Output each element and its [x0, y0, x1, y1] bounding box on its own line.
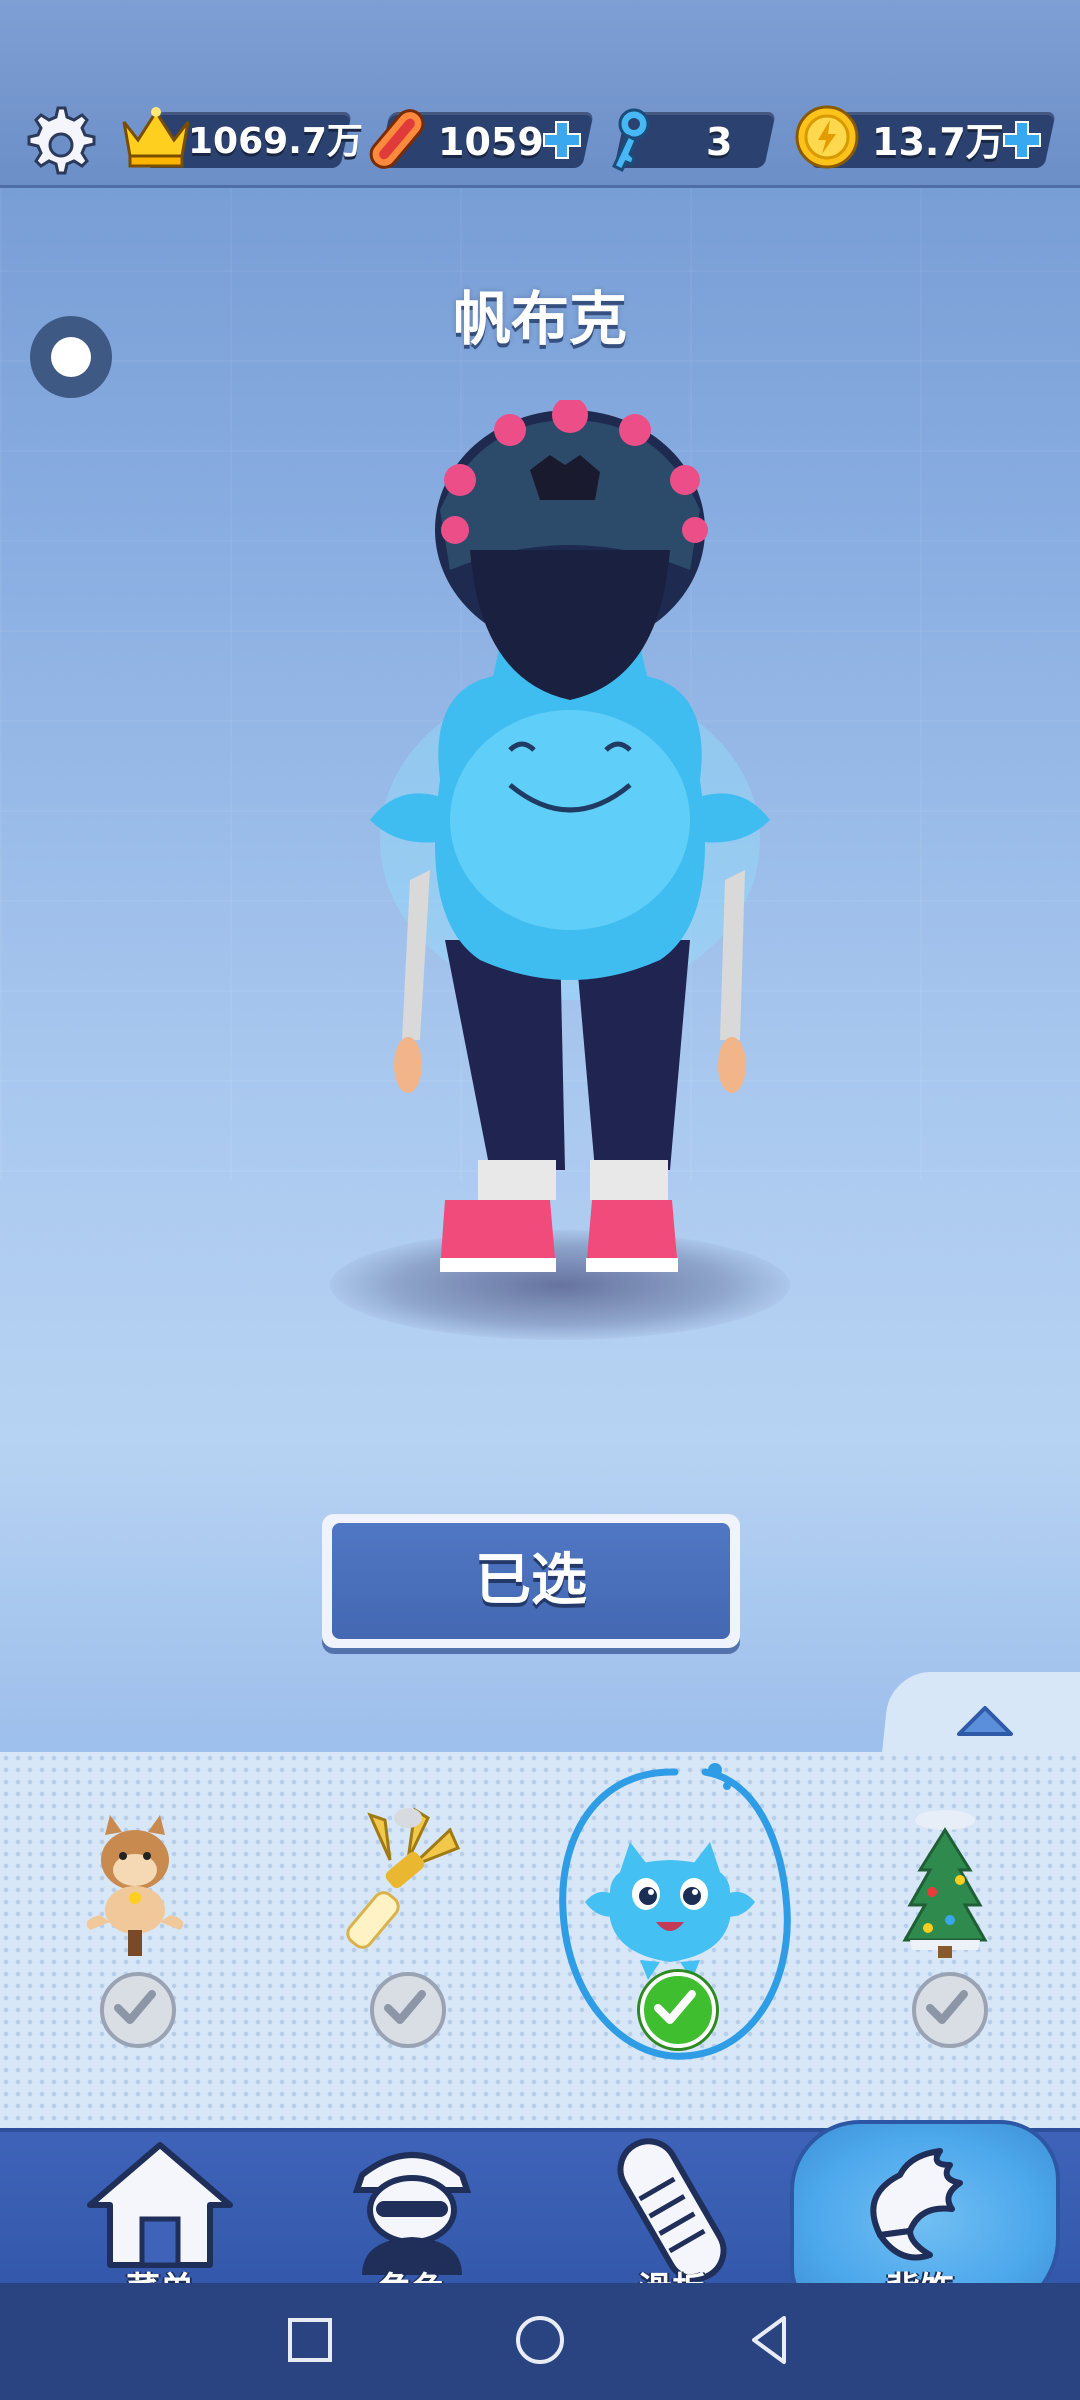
gear-icon[interactable] [18, 102, 98, 182]
character-preview[interactable] [360, 400, 780, 1320]
selected-button-face: 已选 [332, 1523, 730, 1639]
selected-button-label: 已选 [475, 1548, 587, 1613]
back-icon[interactable] [740, 2310, 800, 2370]
rotate-toggle-button[interactable] [30, 316, 112, 398]
blue-slime-backpack-icon[interactable] [580, 1832, 760, 1982]
owned-check-icon [370, 1972, 446, 2048]
hoverboard-icon [369, 109, 425, 169]
item-title: 帆布克 [452, 285, 627, 353]
hamster-backpack-icon[interactable] [60, 1800, 210, 1960]
plus-icon[interactable] [998, 116, 1046, 164]
selected-check-icon [640, 1972, 716, 2048]
selected-button[interactable]: 已选 [322, 1514, 740, 1648]
crowns-value: 1069.7万 [188, 121, 363, 162]
crown-icon [122, 107, 190, 168]
trophy-wings-backpack-icon[interactable] [330, 1800, 480, 1960]
keys-value: 3 [706, 120, 733, 164]
home-button-icon[interactable] [510, 2310, 570, 2370]
chevron-up-icon[interactable] [955, 1700, 1015, 1740]
plus-icon[interactable] [538, 116, 586, 164]
boards-value: 1059 [438, 120, 544, 164]
recent-apps-icon[interactable] [280, 2310, 340, 2370]
owned-check-icon [912, 1972, 988, 2048]
owned-check-icon [100, 1972, 176, 2048]
christmas-tree-backpack-icon[interactable] [870, 1800, 1020, 1960]
key-icon [612, 108, 650, 173]
coin-icon [795, 105, 859, 169]
coins-value: 13.7万 [872, 120, 1004, 164]
